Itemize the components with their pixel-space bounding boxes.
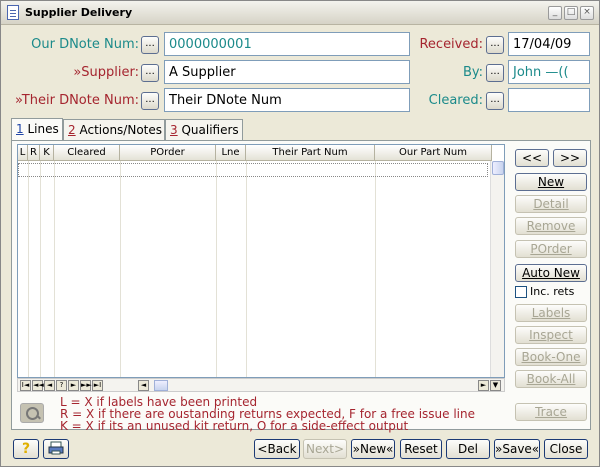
porder-button[interactable]: POrder [515, 240, 587, 258]
their-dnote-field[interactable]: Their DNote Num [164, 88, 410, 112]
column-divider [40, 161, 41, 377]
back-button[interactable]: <Back [254, 439, 300, 459]
print-button[interactable] [43, 439, 69, 459]
our-dnote-label: Our DNote Num: [31, 37, 139, 52]
column-divider [54, 161, 55, 377]
horizontal-scroll-thumb[interactable] [154, 380, 168, 391]
received-label: Received: [419, 37, 483, 52]
column-header-cleared[interactable]: Cleared [54, 145, 120, 161]
tab-lines[interactable]: 1 Lines [11, 118, 63, 141]
close-button[interactable]: Close [544, 439, 588, 459]
tab-lines-label: Lines [27, 122, 59, 136]
next-page-button[interactable]: ►► [80, 380, 92, 391]
column-divider [375, 161, 376, 377]
legend-k: K = X if its an unused kit return, O for… [60, 419, 409, 433]
lines-grid[interactable]: L R K Cleared POrder Lne Their Part Num … [17, 144, 505, 378]
previous-page-button[interactable]: ◄◄ [32, 380, 44, 391]
supplier-label: »Supplier: [73, 65, 139, 80]
column-header-lne[interactable]: Lne [216, 145, 246, 161]
column-header-our-part-num[interactable]: Our Part Num [375, 145, 492, 161]
column-header-r[interactable]: R [28, 145, 40, 161]
column-divider [216, 161, 217, 377]
labels-button[interactable]: Labels [515, 304, 587, 322]
column-header-porder[interactable]: POrder [120, 145, 216, 161]
tab-actions-notes[interactable]: 2 Actions/Notes [63, 119, 165, 141]
our-dnote-lookup-button[interactable]: ... [141, 36, 159, 54]
column-divider [28, 161, 29, 377]
column-header-l[interactable]: L [18, 145, 28, 161]
reset-button[interactable]: Reset [400, 439, 442, 459]
horizontal-scrollbar[interactable]: ◄ [138, 380, 478, 391]
grid-navigation-bar: I◄ ◄◄ ◄ ? ► ►► ►I ◄ ► ▼ [17, 378, 505, 392]
tab-qualifiers-label: Qualifiers [181, 123, 239, 137]
new-record-button[interactable]: »New« [351, 439, 395, 459]
window-title: Supplier Delivery [25, 6, 133, 19]
by-field[interactable]: John —(( [508, 60, 590, 84]
printer-icon [48, 441, 64, 455]
our-dnote-field[interactable]: 0000000001 [164, 32, 410, 56]
new-line-button[interactable]: New [515, 173, 587, 191]
tab-qualifiers-key: 3 [170, 123, 178, 137]
cleared-lookup-button[interactable]: ... [486, 92, 504, 110]
inc-rets-label: Inc. rets [530, 285, 575, 298]
supplier-lookup-button[interactable]: ... [141, 64, 159, 82]
auto-new-button[interactable]: Auto New [515, 264, 587, 282]
column-header-their-part-num[interactable]: Their Part Num [246, 145, 375, 161]
tab-qualifiers[interactable]: 3 Qualifiers [165, 119, 243, 141]
previous-record-button[interactable]: ◄ [44, 380, 55, 391]
column-divider [246, 161, 247, 377]
svg-text:?: ? [22, 441, 30, 456]
inspect-button[interactable]: Inspect [515, 326, 587, 344]
supplier-delivery-window: Supplier Delivery _ □ × Our DNote Num: .… [0, 0, 600, 467]
cleared-label: Cleared: [428, 93, 483, 108]
column-header-k[interactable]: K [40, 145, 54, 161]
help-icon: ? [22, 441, 30, 457]
scroll-down-arrow-icon[interactable]: ▼ [490, 380, 501, 391]
vertical-scrollbar[interactable] [490, 161, 504, 377]
tab-actions-label: Actions/Notes [79, 123, 163, 137]
previous-button[interactable]: << [515, 149, 549, 167]
delete-button[interactable]: Del [446, 439, 490, 459]
next-record-nav-button[interactable]: Next> [303, 439, 347, 459]
column-divider [120, 161, 121, 377]
detail-button[interactable]: Detail [515, 195, 587, 213]
book-all-button[interactable]: Book-All [515, 370, 587, 388]
remove-button[interactable]: Remove [515, 217, 587, 235]
received-lookup-button[interactable]: ... [486, 36, 504, 54]
find-record-button[interactable]: ? [56, 380, 67, 391]
title-bar: Supplier Delivery _ □ × [1, 1, 599, 25]
document-icon [7, 5, 19, 20]
tab-actions-key: 2 [68, 123, 76, 137]
maximize-button[interactable]: □ [564, 6, 578, 20]
book-one-button[interactable]: Book-One [515, 348, 587, 366]
scroll-left-arrow-icon[interactable]: ◄ [138, 380, 149, 391]
supplier-field[interactable]: A Supplier [164, 60, 410, 84]
save-button[interactable]: »Save« [494, 439, 540, 459]
lines-tab-panel: L R K Cleared POrder Lne Their Part Num … [11, 140, 591, 433]
magnifier-icon[interactable] [20, 403, 44, 423]
first-record-button[interactable]: I◄ [20, 380, 31, 391]
cleared-field[interactable] [508, 88, 590, 112]
tab-lines-key: 1 [16, 122, 24, 136]
by-label: By: [462, 65, 483, 80]
vertical-scroll-thumb[interactable] [492, 161, 504, 175]
new-row-placeholder[interactable] [18, 163, 488, 177]
by-lookup-button[interactable]: ... [486, 64, 504, 82]
help-button[interactable]: ? [13, 439, 39, 459]
last-record-button[interactable]: ►I [92, 380, 103, 391]
scroll-right-arrow-icon[interactable]: ► [478, 380, 489, 391]
next-record-button[interactable]: ► [68, 380, 79, 391]
close-window-button[interactable]: × [580, 6, 594, 20]
minimize-button[interactable]: _ [548, 6, 562, 20]
their-dnote-label: »Their DNote Num: [15, 93, 139, 108]
trace-button[interactable]: Trace [515, 403, 587, 421]
received-field[interactable]: 17/04/09 [508, 32, 590, 56]
their-dnote-lookup-button[interactable]: ... [141, 92, 159, 110]
next-button[interactable]: >> [553, 149, 587, 167]
inc-rets-checkbox[interactable] [515, 286, 527, 298]
